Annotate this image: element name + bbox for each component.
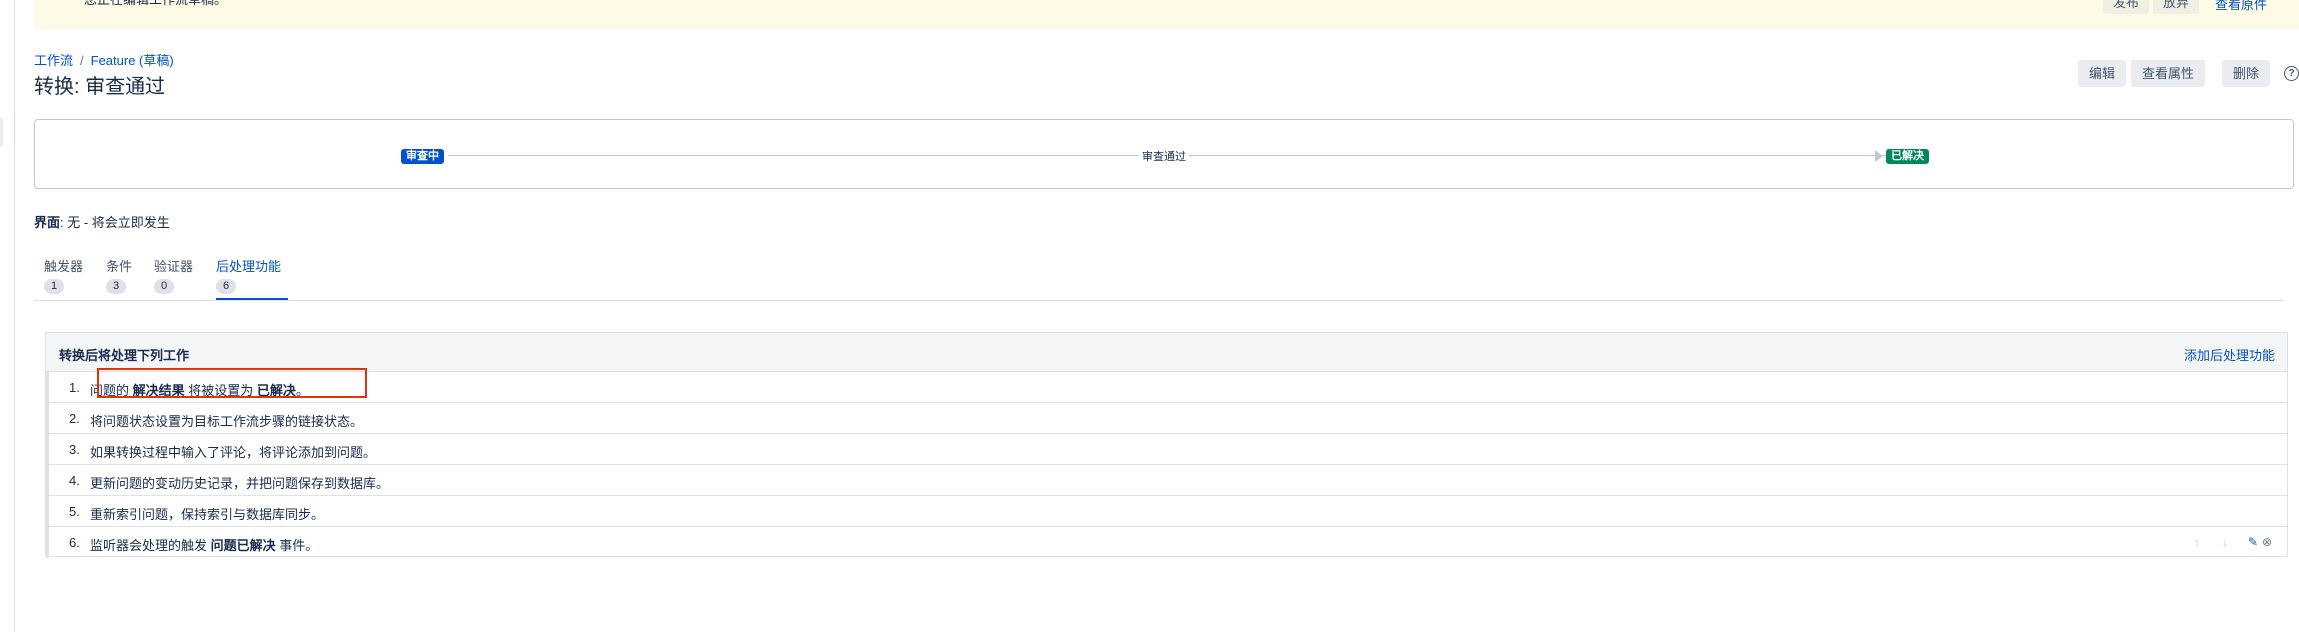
delete-button[interactable]: 删除 bbox=[2222, 60, 2271, 87]
row-number: 2. bbox=[69, 411, 80, 426]
view-original-link[interactable]: 查看原件 bbox=[2215, 0, 2267, 13]
row-text: 监听器会处理的触发 问题已解决 事件。 bbox=[90, 535, 318, 554]
arrow-up-icon[interactable]: ↑ bbox=[2189, 534, 2205, 550]
page-title: 转换: 审查通过 bbox=[34, 76, 166, 98]
table-row: 2. 将问题状态设置为目标工作流步骤的链接状态。 bbox=[46, 403, 2287, 434]
breadcrumb-separator: / bbox=[80, 53, 84, 68]
tab-count-badge: 0 bbox=[154, 279, 175, 294]
breadcrumb-workflow-link[interactable]: 工作流 bbox=[34, 53, 73, 68]
arrow-down-icon[interactable]: ↓ bbox=[2217, 534, 2233, 550]
tab-validators[interactable]: 验证器 0 bbox=[154, 256, 193, 300]
tab-count-badge: 6 bbox=[216, 279, 237, 294]
row-number: 4. bbox=[69, 473, 80, 488]
row-number: 1. bbox=[69, 380, 80, 395]
tab-label: 触发器 bbox=[44, 259, 84, 274]
row-number: 5. bbox=[69, 504, 80, 519]
row-text: 如果转换过程中输入了评论，将评论添加到问题。 bbox=[90, 445, 377, 460]
tabs: 触发器 1 条件 3 验证器 0 后处理功能 6 bbox=[34, 256, 2284, 301]
row-actions: ↑ ↓ ✎ ⊗ bbox=[2175, 534, 2275, 550]
transition-name: 审查通过 bbox=[1139, 148, 1189, 164]
from-status-lozenge: 审查中 bbox=[401, 149, 444, 164]
row-number: 3. bbox=[69, 442, 80, 457]
arrow-right-icon bbox=[1875, 150, 1883, 162]
tab-post-functions[interactable]: 后处理功能 6 bbox=[216, 256, 288, 300]
tab-conditions[interactable]: 条件 3 bbox=[106, 256, 132, 300]
remove-circle-icon[interactable]: ⊗ bbox=[2259, 534, 2275, 550]
tab-count-badge: 1 bbox=[44, 279, 65, 294]
help-icon[interactable]: ? bbox=[2284, 66, 2299, 81]
post-functions-header: 转换后将处理下列工作 添加后处理功能 bbox=[46, 333, 2287, 372]
post-functions-heading: 转换后将处理下列工作 bbox=[59, 348, 190, 363]
tab-triggers[interactable]: 触发器 1 bbox=[44, 256, 83, 300]
rail-notch bbox=[0, 118, 3, 146]
left-rail bbox=[0, 0, 15, 632]
table-row: 5. 重新索引问题，保持索引与数据库同步。 bbox=[46, 496, 2287, 527]
annotation-highlight-box bbox=[97, 368, 367, 398]
tab-label: 后处理功能 bbox=[216, 259, 282, 274]
screen-info: 界面: 无 - 将会立即发生 bbox=[34, 212, 170, 231]
table-row: 6. 监听器会处理的触发 问题已解决 事件。 ↑ ↓ ✎ ⊗ bbox=[46, 527, 2287, 558]
row-text-part: 事件。 bbox=[279, 538, 319, 553]
breadcrumb-draft-link[interactable]: Feature (草稿) bbox=[91, 53, 174, 68]
tab-count-badge: 3 bbox=[106, 279, 127, 294]
row-text: 将问题状态设置为目标工作流步骤的链接状态。 bbox=[90, 414, 364, 429]
to-status-lozenge: 已解决 bbox=[1886, 149, 1929, 164]
edit-button[interactable]: 编辑 bbox=[2078, 60, 2127, 87]
tab-label: 验证器 bbox=[154, 259, 194, 274]
discard-button[interactable]: 放弃 bbox=[2153, 0, 2200, 14]
row-text-part: 监听器会处理的触发 bbox=[90, 538, 208, 553]
draft-banner: 您正在编辑工作流草稿。 发布 放弃 查看原件 bbox=[34, 0, 2299, 29]
publish-button[interactable]: 发布 bbox=[2103, 0, 2150, 14]
tab-label: 条件 bbox=[106, 259, 133, 274]
screen-label: 界面 bbox=[34, 215, 61, 230]
banner-text: 您正在编辑工作流草稿。 bbox=[84, 0, 227, 8]
table-row: 1. 问题的 解决结果 将被设置为 已解决。 bbox=[46, 372, 2287, 403]
row-text: 重新索引问题，保持索引与数据库同步。 bbox=[90, 507, 325, 522]
add-post-function-link[interactable]: 添加后处理功能 bbox=[2184, 345, 2275, 364]
row-text: 更新问题的变动历史记录，并把问题保存到数据库。 bbox=[90, 476, 390, 491]
table-row: 4. 更新问题的变动历史记录，并把问题保存到数据库。 bbox=[46, 465, 2287, 496]
post-functions-table: 转换后将处理下列工作 添加后处理功能 1. 问题的 解决结果 将被设置为 已解决… bbox=[45, 332, 2288, 558]
view-properties-button[interactable]: 查看属性 bbox=[2131, 60, 2206, 87]
table-row: 3. 如果转换过程中输入了评论，将评论添加到问题。 bbox=[46, 434, 2287, 465]
screen-value: : 无 - 将会立即发生 bbox=[60, 215, 170, 230]
transition-diagram: 审查中 审查通过 已解决 bbox=[34, 119, 2294, 189]
row-number: 6. bbox=[69, 535, 80, 550]
breadcrumb: 工作流 / Feature (草稿) bbox=[34, 50, 174, 69]
event-name: 问题已解决 bbox=[210, 538, 276, 553]
